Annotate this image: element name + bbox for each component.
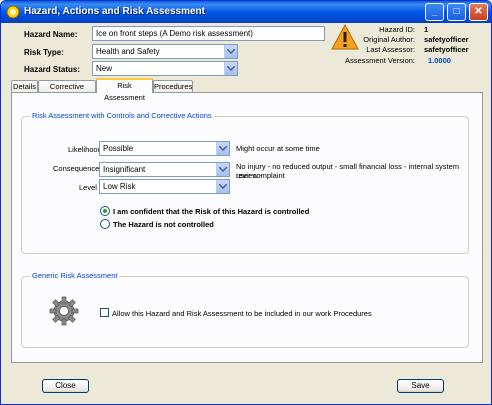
chevron-down-icon[interactable] [224,62,237,75]
hazard-status-value: New [96,64,113,73]
consequences-description-line2: user complaint [236,171,285,180]
level-label: Level [79,183,97,192]
hazard-name-input[interactable]: Ice on front steps (A Demo risk assessme… [92,26,325,41]
close-window-button[interactable]: ✕ [469,3,488,21]
last-assessor-value: safetyofficer [424,45,469,54]
gear-icon [49,296,79,326]
likelihood-select[interactable]: Possible [99,141,230,156]
consequences-select[interactable]: Insignificant [99,162,230,177]
maximize-icon: □ [453,6,460,17]
close-button[interactable]: Close [42,379,89,393]
save-button[interactable]: Save [397,379,444,393]
likelihood-description: Might occur at some time [236,144,320,153]
assessment-version-label: Assessment Version: [344,56,415,65]
chevron-down-icon[interactable] [216,142,229,155]
consequences-label: Consequences [53,164,104,173]
radio-hazard-not-controlled[interactable] [100,219,110,229]
chevron-down-icon[interactable] [216,163,229,176]
risk-type-label: Risk Type: [24,48,64,57]
hazard-status-select[interactable]: New [92,61,238,76]
generic-group-title: Generic Risk Assessment [30,271,120,280]
include-in-procedures-checkbox[interactable] [100,308,109,317]
chevron-down-icon[interactable] [216,180,229,193]
window-title: Hazard, Actions and Risk Assessment [24,6,205,17]
risk-type-value: Health and Safety [96,47,160,56]
level-value: Low Risk [103,182,136,191]
risk-type-select[interactable]: Health and Safety [92,44,238,59]
include-in-procedures-label[interactable]: Allow this Hazard and Risk Assessment to… [112,309,372,318]
radio-risk-controlled[interactable] [100,206,110,216]
likelihood-label: Likelihood [68,145,102,154]
original-author-label: Original Author: [363,35,415,44]
likelihood-value: Possible [103,144,134,153]
original-author-value: safetyofficer [424,35,469,44]
tab-procedures-label: Procedures [154,82,193,91]
app-icon [6,5,20,19]
risk-group-title: Risk Assessment with Controls and Correc… [30,111,214,120]
hazard-dialog-window: Hazard, Actions and Risk Assessment _ □ … [0,0,492,405]
consequences-value: Insignificant [103,165,146,174]
hazard-id-value: 1 [424,25,429,34]
close-icon: ✕ [474,6,483,17]
title-bar[interactable]: Hazard, Actions and Risk Assessment _ □ … [1,1,491,23]
warning-icon [331,24,359,50]
radio-hazard-not-controlled-label[interactable]: The Hazard is not controlled [113,220,214,229]
close-button-label: Close [55,381,76,390]
radio-risk-controlled-label[interactable]: I am confident that the Risk of this Haz… [113,207,309,216]
tab-details-label: Details [13,82,36,91]
hazard-name-label: Hazard Name: [24,30,78,39]
minimize-icon: _ [431,6,438,17]
tab-risk-assessment[interactable]: Risk Assessment [96,78,153,102]
risk-assessment-panel: Risk Assessment with Controls and Correc… [11,92,483,363]
minimize-button[interactable]: _ [425,3,444,21]
chevron-down-icon[interactable] [224,45,237,58]
save-button-label: Save [411,381,430,390]
hazard-id-label: Hazard ID: [379,25,415,34]
level-select[interactable]: Low Risk [99,179,230,194]
assessment-version-value: 1.0000 [428,56,451,65]
maximize-button[interactable]: □ [447,3,466,21]
last-assessor-label: Last Assessor: [366,45,415,54]
hazard-status-label: Hazard Status: [24,65,81,74]
tab-risk-assessment-label: Risk Assessment [104,81,145,102]
